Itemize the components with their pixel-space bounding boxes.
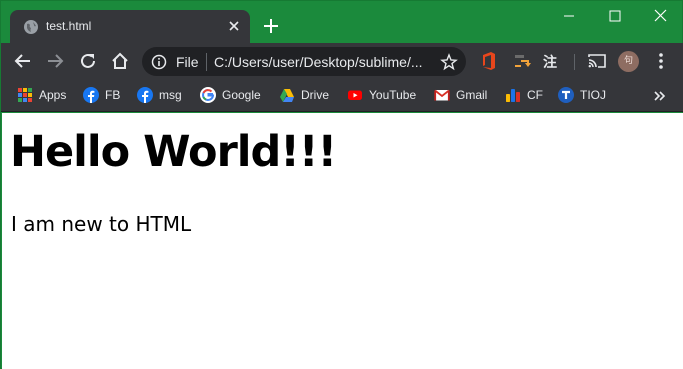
bookmark-gmail[interactable]: Gmail — [434, 87, 492, 105]
tab-title: test.html — [46, 19, 92, 33]
info-icon[interactable] — [151, 54, 167, 70]
youtube-icon — [348, 90, 362, 100]
gmail-icon — [434, 89, 450, 101]
url-text[interactable]: C:/Users/user/Desktop/sublime/... — [214, 54, 423, 70]
zhuyin-extension-icon[interactable]: 注 — [540, 50, 562, 72]
toolbar: File C:/Users/user/Desktop/sublime/... 注 — [1, 43, 683, 80]
avatar-label: 句 — [623, 56, 633, 66]
profile-avatar[interactable]: 句 — [618, 51, 639, 72]
zhuyin-extension-label: 注 — [543, 55, 557, 71]
omnibox-separator — [206, 53, 207, 71]
page-paragraph: I am new to HTML — [11, 212, 192, 236]
bookmark-fb[interactable]: FB — [83, 87, 123, 105]
bookmark-msg[interactable]: msg — [137, 87, 187, 105]
ocr-extension-icon[interactable] — [511, 50, 533, 72]
codeforces-icon — [506, 89, 520, 102]
bookmark-label: msg — [159, 88, 182, 102]
facebook-icon — [137, 87, 153, 103]
bookmark-label: YouTube — [369, 88, 417, 102]
bookmark-star-icon[interactable] — [440, 53, 458, 71]
globe-icon — [24, 20, 38, 34]
bookmark-label: Gmail — [456, 88, 488, 102]
bookmark-label: CF — [527, 88, 543, 102]
bookmark-label: Apps — [39, 88, 67, 102]
maximize-icon[interactable] — [592, 5, 638, 27]
browser-window: test.html File C:/Users/user/Desktop/sub… — [0, 0, 683, 369]
address-bar[interactable]: File C:/Users/user/Desktop/sublime/... — [142, 47, 466, 76]
bookmark-label: FB — [105, 88, 121, 102]
toolbar-divider — [574, 54, 575, 70]
cast-icon[interactable] — [586, 50, 608, 72]
google-icon — [200, 87, 216, 103]
page-content: Hello World!!! I am new to HTML — [2, 113, 683, 369]
close-tab-icon[interactable] — [226, 18, 242, 34]
home-icon[interactable] — [109, 50, 131, 72]
facebook-icon — [83, 87, 99, 103]
bookmark-label: TIOJ — [580, 88, 606, 102]
bookmarks-bar: Apps FB msg Google Drive YouTube Gmail C… — [1, 80, 683, 112]
bookmark-drive[interactable]: Drive — [279, 87, 335, 105]
bookmark-google[interactable]: Google — [200, 87, 266, 105]
bookmark-tioj[interactable]: TIOJ — [558, 87, 610, 105]
bookmark-label: Drive — [301, 88, 330, 102]
bookmark-cf[interactable]: CF — [505, 87, 545, 105]
forward-arrow-icon[interactable] — [44, 50, 66, 72]
tioj-icon — [558, 87, 574, 103]
url-scheme-label: File — [176, 54, 199, 70]
title-bar: test.html — [1, 1, 683, 43]
menu-kebab-icon[interactable] — [650, 50, 672, 72]
reload-icon[interactable] — [77, 50, 99, 72]
bookmark-label: Google — [222, 88, 261, 102]
office-extension-icon[interactable] — [478, 50, 500, 72]
drive-icon — [280, 89, 294, 102]
back-arrow-icon[interactable] — [12, 50, 34, 72]
apps-grid-icon — [18, 88, 32, 102]
close-window-icon[interactable] — [638, 5, 683, 27]
bookmark-apps[interactable]: Apps — [17, 87, 71, 105]
chevron-double-right-icon[interactable] — [652, 88, 668, 104]
new-tab-icon[interactable] — [261, 16, 281, 36]
tab-test-html[interactable]: test.html — [10, 10, 250, 43]
page-heading: Hello World!!! — [10, 127, 337, 177]
minimize-icon[interactable] — [546, 5, 592, 27]
bookmark-youtube[interactable]: YouTube — [347, 87, 421, 105]
